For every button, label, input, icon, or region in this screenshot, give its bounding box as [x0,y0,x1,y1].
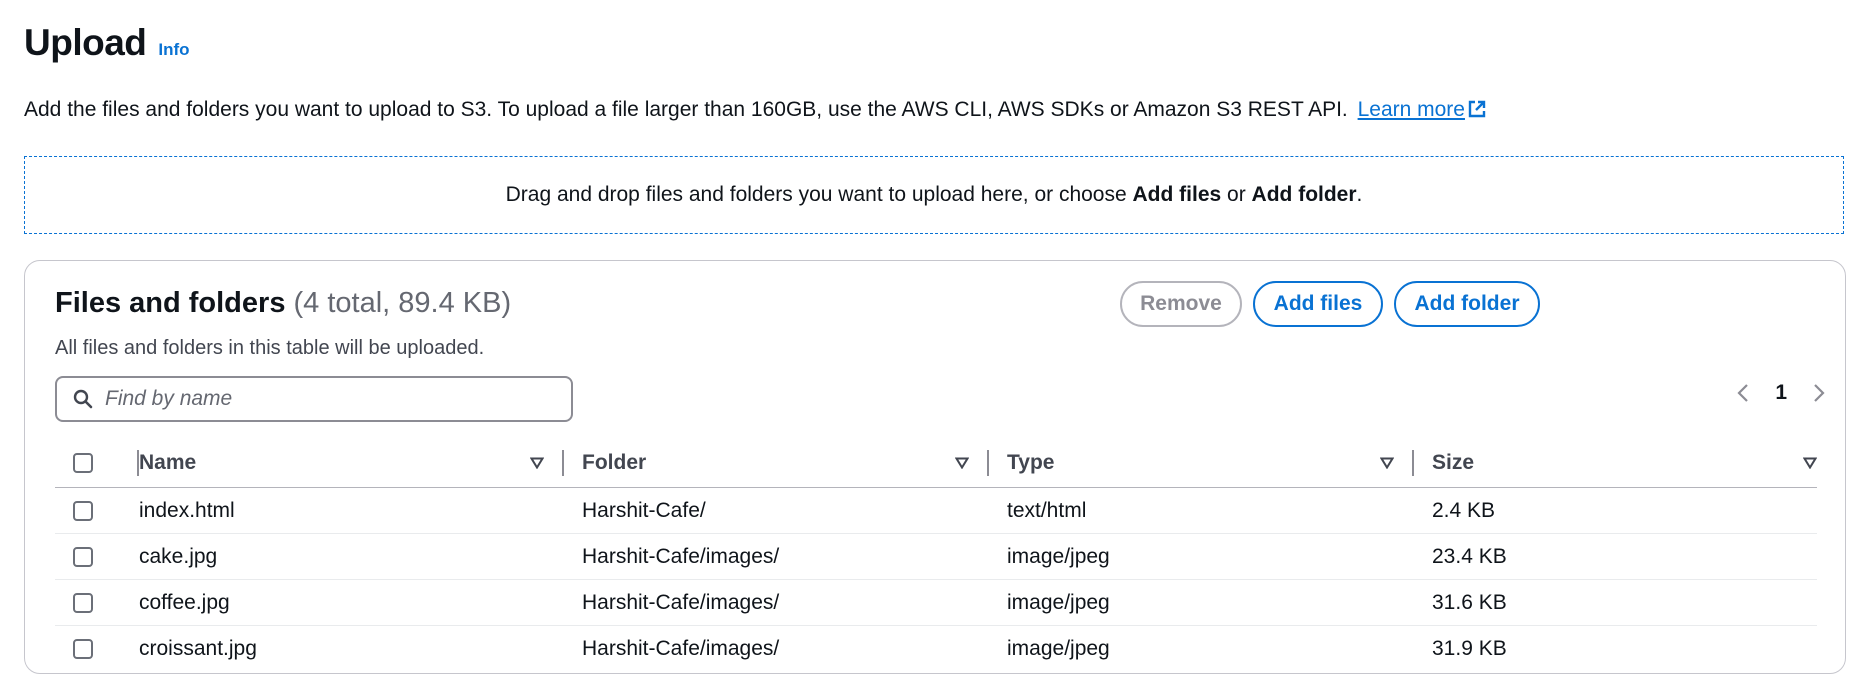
search-input[interactable] [103,386,527,412]
learn-more-link[interactable]: Learn more [1358,98,1487,121]
table-row[interactable]: cake.jpg Harshit-Cafe/images/ image/jpeg… [55,534,1817,580]
dropzone-add-folder: Add folder [1251,183,1357,206]
panel-title: Files and folders (4 total, 89.4 KB) [55,287,511,320]
cell-name: cake.jpg [139,544,218,568]
cell-type: image/jpeg [1007,590,1110,614]
add-files-button[interactable]: Add files [1253,281,1383,327]
search-icon [73,389,93,409]
cell-size: 23.4 KB [1432,544,1507,568]
column-name-label: Name [139,451,197,474]
cell-type: image/jpeg [1007,544,1110,568]
files-table: Name Folder Type Size index.html Harshit… [55,439,1817,671]
row-checkbox[interactable] [73,592,93,613]
table-row[interactable]: index.html Harshit-Cafe/ text/html 2.4 K… [55,488,1817,534]
page-header: Upload Info [24,22,190,64]
panel-subtitle: All files and folders in this table will… [55,337,485,359]
sort-caret-icon[interactable] [955,457,969,469]
column-header-size[interactable]: Size [1414,439,1817,487]
select-all-checkbox[interactable] [73,453,93,473]
column-header-folder[interactable]: Folder [564,439,989,487]
dropzone-add-files: Add files [1132,183,1222,206]
row-check-cell [55,534,139,579]
chevron-right-icon[interactable] [1813,383,1825,403]
cell-type: text/html [1007,498,1087,522]
learn-more-label: Learn more [1357,98,1465,121]
table-row[interactable]: coffee.jpg Harshit-Cafe/images/ image/jp… [55,580,1817,626]
row-checkbox[interactable] [73,638,93,659]
add-folder-button[interactable]: Add folder [1394,281,1540,327]
external-link-icon [1467,99,1487,125]
search-box [55,376,573,422]
page-description: Add the files and folders you want to up… [24,98,1487,125]
current-page[interactable]: 1 [1775,381,1787,405]
cell-folder: Harshit-Cafe/ [582,498,706,522]
row-check-cell [55,626,139,671]
cell-folder: Harshit-Cafe/images/ [582,544,780,568]
row-check-cell [55,488,139,533]
cell-size: 31.6 KB [1432,590,1507,614]
row-checkbox[interactable] [73,500,93,521]
drop-zone[interactable]: Drag and drop files and folders you want… [24,156,1844,234]
cell-folder: Harshit-Cafe/images/ [582,636,780,660]
panel-count: (4 total, 89.4 KB) [293,287,512,319]
dropzone-text: Drag and drop files and folders you want… [506,183,1363,207]
sort-caret-icon[interactable] [1803,457,1817,469]
dropzone-or: or [1221,183,1252,206]
table-header-row: Name Folder Type Size [55,439,1817,488]
dropzone-suffix: . [1356,183,1363,206]
pagination: 1 [1737,381,1825,405]
column-header-name[interactable]: Name [139,439,564,487]
cell-name: croissant.jpg [139,636,257,660]
sort-caret-icon[interactable] [1380,457,1394,469]
remove-button[interactable]: Remove [1120,281,1242,327]
files-and-folders-panel: Files and folders (4 total, 89.4 KB) All… [24,260,1846,674]
column-size-label: Size [1432,451,1475,474]
cell-type: image/jpeg [1007,636,1110,660]
cell-size: 31.9 KB [1432,636,1507,660]
header-check-cell [55,439,139,487]
info-link[interactable]: Info [158,40,189,60]
page-title: Upload [24,22,147,63]
column-header-type[interactable]: Type [989,439,1414,487]
column-type-label: Type [1007,451,1055,474]
cell-size: 2.4 KB [1432,498,1496,522]
row-checkbox[interactable] [73,546,93,567]
chevron-left-icon[interactable] [1737,383,1749,403]
row-check-cell [55,580,139,625]
dropzone-prefix: Drag and drop files and folders you want… [505,183,1133,206]
cell-name: index.html [139,498,235,522]
cell-folder: Harshit-Cafe/images/ [582,590,780,614]
cell-name: coffee.jpg [139,590,230,614]
column-folder-label: Folder [582,451,647,474]
panel-title-text: Files and folders [55,287,286,319]
sort-caret-icon[interactable] [530,457,544,469]
table-row[interactable]: croissant.jpg Harshit-Cafe/images/ image… [55,626,1817,671]
description-text: Add the files and folders you want to up… [24,98,1348,121]
